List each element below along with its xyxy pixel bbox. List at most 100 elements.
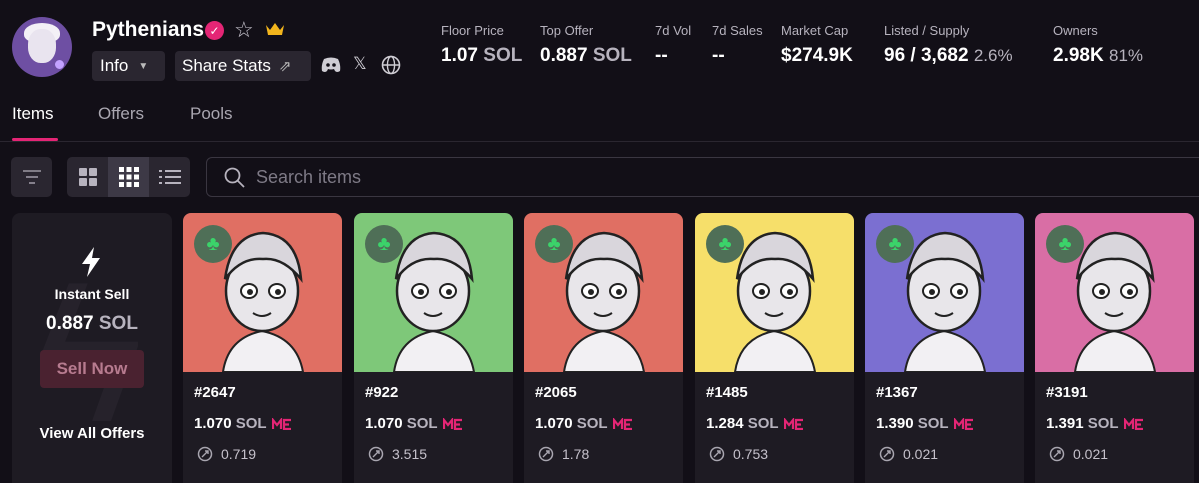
nft-card[interactable]: ♣ #1485 1.284 SOL 0.753: [695, 213, 854, 483]
nft-card[interactable]: ♣ #2065 1.070 SOL 1.78: [524, 213, 683, 483]
nft-price: 1.391 SOL: [1046, 415, 1144, 432]
stat-value: 96 / 3,682 2.6%: [884, 45, 1013, 66]
nft-name: #1367: [876, 384, 918, 401]
search-icon: [224, 167, 245, 188]
stat-value: 2.98K 81%: [1053, 45, 1144, 66]
nft-rank: 0.753: [709, 446, 768, 462]
nft-image[interactable]: ♣: [524, 213, 683, 372]
stat-value: --: [655, 45, 668, 66]
stat-floor-price: Floor Price 1.07 SOL: [441, 23, 522, 67]
stat-label: 7d Sales: [712, 23, 763, 38]
nft-name: #3191: [1046, 384, 1088, 401]
nft-rank: 0.021: [879, 446, 938, 462]
globe-icon[interactable]: [381, 55, 401, 75]
stat-label: Owners: [1053, 23, 1098, 38]
collection-name: Pythenians: [92, 18, 205, 41]
stat-value: 1.07 SOL: [441, 45, 523, 66]
stat-label: Listed / Supply: [884, 23, 970, 38]
rarity-rank-icon: [879, 446, 895, 462]
stat-value: --: [712, 45, 725, 66]
clover-icon: ♣: [876, 225, 914, 263]
large-grid-view-button[interactable]: [67, 157, 108, 197]
magic-eden-icon: [783, 418, 803, 431]
nft-card[interactable]: ♣ #922 1.070 SOL 3.515: [354, 213, 513, 483]
nft-card[interactable]: ♣ #2647 1.070 SOL 0.719: [183, 213, 342, 483]
list-icon: [158, 170, 181, 184]
nft-card[interactable]: ♣ #3191 1.391 SOL 0.021: [1035, 213, 1194, 483]
nft-image[interactable]: ♣: [183, 213, 342, 372]
nft-card[interactable]: ♣ #1367 1.390 SOL 0.021: [865, 213, 1024, 483]
nft-name: #2647: [194, 384, 236, 401]
share-stats-label: Share Stats: [182, 56, 271, 75]
nft-price: 1.390 SOL: [876, 415, 974, 432]
collection-avatar: [12, 17, 72, 77]
instant-sell-panel: ϟ Instant Sell 0.887 SOL Sell Now View A…: [12, 213, 172, 483]
info-label: Info: [100, 56, 129, 75]
clover-icon: ♣: [706, 225, 744, 263]
rarity-rank-icon: [1049, 446, 1065, 462]
stat-top-offer: Top Offer 0.887 SOL: [540, 23, 632, 67]
stat-owners: Owners 2.98K 81%: [1053, 23, 1143, 67]
grid-large-icon: [78, 168, 97, 186]
nft-rank: 0.719: [197, 446, 256, 462]
nft-rank: 3.515: [368, 446, 427, 462]
nft-price: 1.284 SOL: [706, 415, 804, 432]
stat-value: $274.9K: [781, 45, 853, 66]
share-stats-button[interactable]: Share Stats ⇗: [175, 51, 311, 81]
view-all-offers-link[interactable]: View All Offers: [12, 425, 172, 442]
stat-listed-supply: Listed / Supply 96 / 3,682 2.6%: [884, 23, 1013, 67]
view-toggle-group: [67, 157, 190, 197]
lightning-icon: [82, 247, 100, 277]
share-icon: ⇗: [278, 58, 292, 75]
verified-badge-icon: ✓: [205, 21, 224, 40]
nft-name: #922: [365, 384, 399, 401]
search-input[interactable]: [256, 166, 856, 188]
stat-label: Floor Price: [441, 23, 504, 38]
filter-icon: [22, 170, 41, 184]
discord-icon[interactable]: [320, 57, 342, 73]
nft-image[interactable]: ♣: [695, 213, 854, 372]
nft-image[interactable]: ♣: [865, 213, 1024, 372]
crown-icon: [266, 23, 284, 35]
stat-7d-vol: 7d Vol --: [655, 23, 691, 67]
star-icon[interactable]: ☆: [234, 17, 254, 43]
stat-value: 0.887 SOL: [540, 45, 632, 66]
nft-image[interactable]: ♣: [1035, 213, 1194, 372]
stat-label: Top Offer: [540, 23, 594, 38]
nft-price: 1.070 SOL: [194, 415, 292, 432]
rarity-rank-icon: [709, 446, 725, 462]
stat-label: 7d Vol: [655, 23, 692, 38]
small-grid-view-button[interactable]: [108, 157, 149, 197]
rarity-rank-icon: [197, 446, 213, 462]
magic-eden-icon: [612, 418, 632, 431]
nft-rank: 1.78: [538, 446, 589, 462]
clover-icon: ♣: [365, 225, 403, 263]
x-twitter-icon[interactable]: 𝕏: [353, 54, 367, 74]
info-dropdown[interactable]: Info ▼: [92, 51, 165, 81]
magic-eden-icon: [442, 418, 462, 431]
filter-button[interactable]: [11, 157, 52, 197]
list-view-button[interactable]: [149, 157, 190, 197]
stat-market-cap: Market Cap $274.9K: [781, 23, 853, 67]
nft-price: 1.070 SOL: [365, 415, 463, 432]
instant-sell-price: 0.887 SOL: [46, 313, 138, 334]
magic-eden-icon: [953, 418, 973, 431]
clover-icon: ♣: [194, 225, 232, 263]
magic-eden-icon: [271, 418, 291, 431]
tab-offers[interactable]: Offers: [98, 104, 144, 124]
magic-eden-icon: [1123, 418, 1143, 431]
clover-icon: ♣: [1046, 225, 1084, 263]
tab-pools[interactable]: Pools: [190, 104, 233, 124]
nft-image[interactable]: ♣: [354, 213, 513, 372]
grid-small-icon: [118, 167, 139, 187]
nft-rank: 0.021: [1049, 446, 1108, 462]
rarity-rank-icon: [368, 446, 384, 462]
instant-sell-title: Instant Sell: [54, 286, 130, 302]
nft-price: 1.070 SOL: [535, 415, 633, 432]
nft-name: #1485: [706, 384, 748, 401]
chevron-down-icon: ▼: [138, 60, 149, 72]
stat-7d-sales: 7d Sales --: [712, 23, 763, 67]
divider: [0, 141, 1199, 142]
sell-now-button[interactable]: Sell Now: [40, 350, 144, 388]
tab-items[interactable]: Items: [12, 104, 54, 124]
